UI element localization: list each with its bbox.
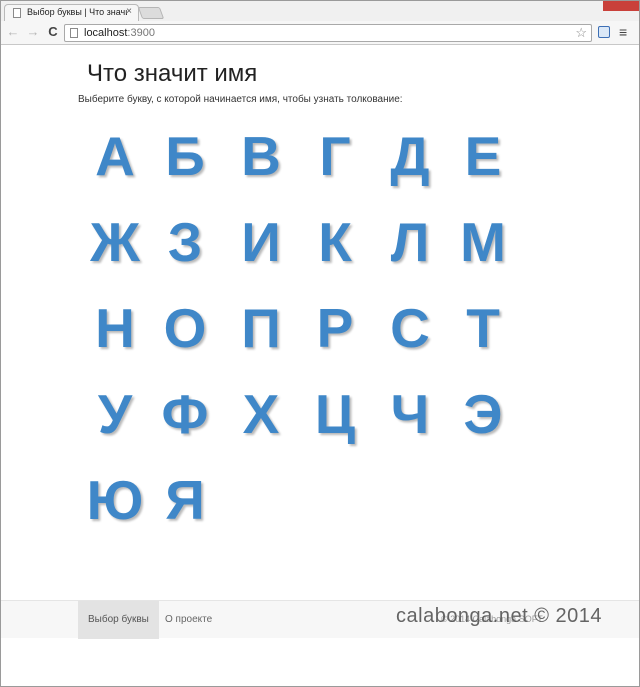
letter-link[interactable]: Ф xyxy=(151,374,219,454)
letter-link[interactable]: К xyxy=(301,202,369,282)
browser-toolbar: ← → C localhost:3900 ☆ ≡ xyxy=(1,21,639,45)
letter-link[interactable]: З xyxy=(151,202,219,282)
letter-link[interactable]: Е xyxy=(449,116,517,196)
letter-link[interactable]: Я xyxy=(151,460,219,540)
letter-link[interactable]: Р xyxy=(301,288,369,368)
letter-link[interactable]: Ж xyxy=(81,202,149,282)
footer-link-about[interactable]: О проекте xyxy=(155,601,222,639)
new-tab-button[interactable] xyxy=(137,7,165,19)
letter-link[interactable]: Ю xyxy=(81,460,149,540)
window-close-button[interactable] xyxy=(603,1,639,11)
bookmark-star-icon[interactable]: ☆ xyxy=(575,25,587,41)
letter-link[interactable]: Н xyxy=(81,288,149,368)
forward-arrow-icon[interactable]: → xyxy=(25,24,41,40)
tab-strip: Выбор буквы | Что значит имя × xyxy=(1,1,639,21)
letter-link[interactable]: Х xyxy=(227,374,295,454)
letter-link[interactable]: Т xyxy=(449,288,517,368)
url-text: localhost:3900 xyxy=(84,27,155,39)
extension-icon[interactable] xyxy=(598,26,610,38)
letter-link[interactable]: Б xyxy=(151,116,219,196)
letter-link[interactable]: Л xyxy=(376,202,444,282)
address-bar[interactable]: localhost:3900 ☆ xyxy=(64,24,592,42)
letter-link[interactable]: С xyxy=(376,288,444,368)
url-host: localhost xyxy=(84,27,128,39)
tab-active[interactable]: Выбор буквы | Что значит имя × xyxy=(4,4,139,21)
browser-window: Выбор буквы | Что значит имя × ← → C loc… xyxy=(0,0,640,687)
letter-link[interactable]: Д xyxy=(376,116,444,196)
url-port: :3900 xyxy=(127,27,155,39)
page-title: Что значит имя xyxy=(87,60,258,87)
watermark: calabonga.net © 2014 xyxy=(396,605,603,627)
page-content: Что значит имя Выберите букву, с которой… xyxy=(1,46,639,686)
close-tab-icon[interactable]: × xyxy=(126,6,132,18)
letter-link[interactable]: О xyxy=(151,288,219,368)
footer-link-choose-letter[interactable]: Выбор буквы xyxy=(78,601,159,639)
reload-icon[interactable]: C xyxy=(45,24,61,40)
page-icon xyxy=(70,28,78,38)
letter-link[interactable]: Г xyxy=(301,116,369,196)
letter-link[interactable]: В xyxy=(227,116,295,196)
letter-link[interactable]: П xyxy=(227,288,295,368)
letter-link[interactable]: Ч xyxy=(376,374,444,454)
letter-link[interactable]: У xyxy=(81,374,149,454)
letter-link[interactable]: Ц xyxy=(301,374,369,454)
back-arrow-icon[interactable]: ← xyxy=(5,24,21,40)
page-favicon-icon xyxy=(13,8,21,18)
letter-link[interactable]: М xyxy=(449,202,517,282)
tab-title: Выбор буквы | Что значит имя xyxy=(27,7,127,17)
letter-link[interactable]: Э xyxy=(449,374,517,454)
letter-link[interactable]: И xyxy=(227,202,295,282)
menu-icon[interactable]: ≡ xyxy=(619,23,627,41)
page-subtitle: Выберите букву, с которой начинается имя… xyxy=(78,94,403,105)
letter-link[interactable]: А xyxy=(81,116,149,196)
